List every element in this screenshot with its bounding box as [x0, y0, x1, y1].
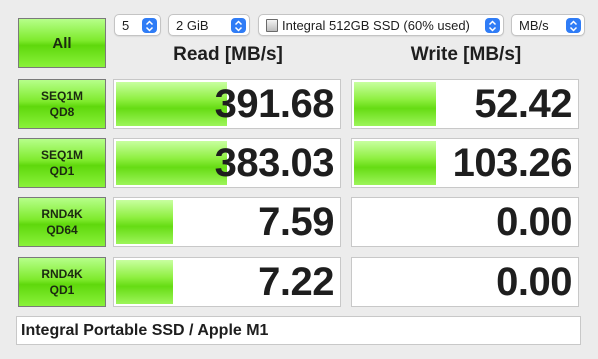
- test-button-line1: SEQ1M: [40, 148, 83, 162]
- read-value: 383.03: [214, 140, 335, 185]
- updown-stepper-icon: [566, 18, 581, 33]
- updown-stepper-icon: [485, 18, 500, 33]
- drive-select[interactable]: Integral 512GB SSD (60% used): [258, 14, 504, 36]
- comment-field[interactable]: Integral Portable SSD / Apple M1: [16, 316, 581, 345]
- size-select[interactable]: 2 GiB: [168, 14, 250, 36]
- write-value: 103.26: [452, 140, 573, 185]
- drive-select-value: Integral 512GB SSD (60% used): [282, 17, 470, 33]
- read-meter-bar: [116, 141, 228, 185]
- read-value: 391.68: [214, 81, 335, 126]
- read-result-seq1m-qd8: 391.68: [113, 79, 341, 129]
- read-column-header: Read [MB/s]: [173, 44, 283, 65]
- unit-select[interactable]: MB/s: [511, 14, 585, 36]
- write-value: 52.42: [474, 81, 572, 126]
- read-result-rnd4k-qd1: 7.22: [113, 257, 341, 307]
- comment-text: Integral Portable SSD / Apple M1: [21, 321, 269, 339]
- all-button[interactable]: All: [18, 18, 106, 68]
- drive-icon: [266, 18, 278, 32]
- count-select[interactable]: 5: [114, 14, 161, 36]
- write-meter-bar: [354, 82, 436, 126]
- write-result-seq1m-qd8: 52.42: [351, 79, 579, 129]
- read-value: 7.59: [258, 199, 334, 244]
- read-result-rnd4k-qd64: 7.59: [113, 197, 341, 247]
- count-select-value: 5: [122, 17, 130, 33]
- write-result-rnd4k-qd1: 0.00: [351, 257, 579, 307]
- write-result-seq1m-qd1: 103.26: [351, 138, 579, 188]
- updown-stepper-icon: [231, 18, 246, 33]
- test-button-line2: QD64: [46, 223, 78, 237]
- test-button-line1: RND4K: [41, 267, 83, 281]
- write-value: 0.00: [496, 259, 572, 304]
- test-button-line1: RND4K: [41, 207, 83, 221]
- test-button-line2: QD1: [49, 164, 75, 178]
- all-button-label: All: [52, 34, 72, 52]
- read-meter-bar: [116, 200, 174, 244]
- unit-select-value: MB/s: [519, 17, 549, 33]
- test-button-line2: QD8: [49, 105, 75, 119]
- test-button-line1: SEQ1M: [40, 89, 83, 103]
- size-select-value: 2 GiB: [176, 17, 209, 33]
- write-column-header: Write [MB/s]: [410, 44, 522, 65]
- updown-stepper-icon: [142, 18, 157, 33]
- write-result-rnd4k-qd64: 0.00: [351, 197, 579, 247]
- read-result-seq1m-qd1: 383.03: [113, 138, 341, 188]
- test-button-seq1m-qd1[interactable]: SEQ1M QD1: [18, 138, 106, 188]
- write-meter-bar: [354, 141, 436, 185]
- read-meter-bar: [116, 260, 174, 304]
- read-value: 7.22: [258, 259, 334, 304]
- read-meter-bar: [116, 82, 228, 126]
- test-button-rnd4k-qd64[interactable]: RND4K QD64: [18, 197, 106, 247]
- write-value: 0.00: [496, 199, 572, 244]
- test-button-seq1m-qd8[interactable]: SEQ1M QD8: [18, 79, 106, 129]
- test-button-line2: QD1: [49, 283, 75, 297]
- app-window: All 5 2 GiB Integral 512GB SSD (60% used…: [0, 0, 598, 359]
- test-button-rnd4k-qd1[interactable]: RND4K QD1: [18, 257, 106, 307]
